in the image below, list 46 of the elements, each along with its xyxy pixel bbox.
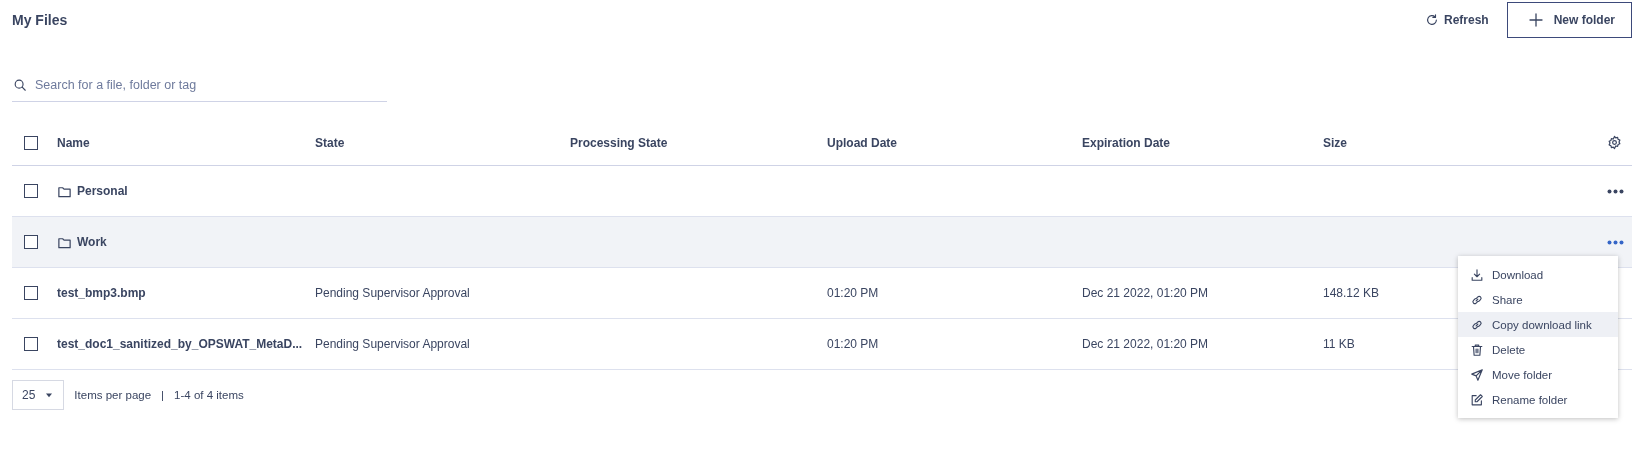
plus-icon <box>1527 12 1544 28</box>
refresh-button[interactable]: Refresh <box>1424 13 1489 27</box>
table-cell: Dec 21 2022, 01:20 PM <box>1082 286 1209 300</box>
refresh-icon <box>1424 13 1439 27</box>
more-icon[interactable] <box>1607 239 1624 245</box>
separator: | <box>161 389 165 401</box>
column-header: Name <box>57 136 90 150</box>
checkbox[interactable] <box>24 184 38 198</box>
search-icon <box>13 78 27 92</box>
column-header: Expiration Date <box>1082 136 1171 150</box>
item-range: 1-4 of 4 items <box>174 389 244 401</box>
items-per-page-label: Items per page <box>74 389 152 401</box>
menu-item[interactable]: Rename folder <box>1458 387 1618 412</box>
table-cell: Pending Supervisor Approval <box>315 337 470 351</box>
file-name[interactable]: Work <box>77 235 107 249</box>
download-icon <box>1470 267 1484 282</box>
page-size-dropdown[interactable]: 25 <box>12 380 65 410</box>
column-header: Size <box>1323 136 1347 150</box>
trash-icon <box>1470 342 1484 357</box>
file-name[interactable]: test_bmp3.bmp <box>57 286 146 300</box>
table-cell: 11 KB <box>1323 337 1355 351</box>
file-name[interactable]: test_doc1_sanitized_by_OPSWAT_MetaD... <box>57 337 303 351</box>
table-cell: Pending Supervisor Approval <box>315 286 470 300</box>
settings-icon <box>1607 134 1622 150</box>
paper-plane-icon <box>1470 367 1484 382</box>
search-field[interactable]: Search for a file, folder or tag <box>12 68 387 102</box>
more-icon[interactable] <box>1607 188 1624 194</box>
new-folder-button[interactable]: New folder <box>1506 2 1632 38</box>
page-title: My Files <box>12 12 68 28</box>
file-name[interactable]: Personal <box>77 184 128 198</box>
table-cell: 148.12 KB <box>1323 286 1380 300</box>
checkbox[interactable] <box>24 286 38 300</box>
table-cell: 01:20 PM <box>827 286 879 300</box>
checkbox[interactable] <box>24 235 38 249</box>
menu-item[interactable]: Delete <box>1458 337 1618 362</box>
table-cell: Dec 21 2022, 01:20 PM <box>1082 337 1209 351</box>
edit-icon <box>1470 392 1484 407</box>
column-header: State <box>315 136 345 150</box>
checkbox[interactable] <box>24 337 38 351</box>
menu-item[interactable]: Copy download link <box>1458 312 1618 337</box>
table-row[interactable]: Work <box>12 217 1632 268</box>
menu-item[interactable]: Share <box>1458 287 1618 312</box>
column-header: Processing State <box>570 136 668 150</box>
table-cell: 01:20 PM <box>827 337 879 351</box>
column-header: Upload Date <box>827 136 897 150</box>
checkbox[interactable] <box>24 136 38 150</box>
